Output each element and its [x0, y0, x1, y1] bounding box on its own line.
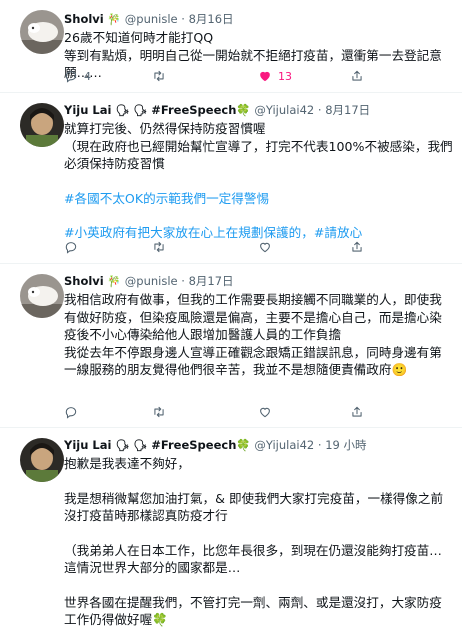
name-badge: 🎋 — [107, 13, 122, 26]
tweet-text-line: （我弟弟人在日本工作，比您年長很多，到現在仍還沒能夠打疫苗…這情況世界大部分的國… — [64, 542, 442, 576]
tweet[interactable]: Yiju Lai 🗣 🗣 #FreeSpeech🍀 @Yijulai42 · 1… — [0, 428, 462, 627]
display-name[interactable]: Sholvi — [64, 274, 104, 288]
retweet-button[interactable] — [152, 405, 258, 419]
clover-emoji: 🍀 — [236, 103, 251, 117]
tweet-header: Yiju Lai 🗣 🗣 #FreeSpeech🍀 @Yijulai42 · 8… — [64, 103, 454, 118]
hashtag-link[interactable]: #各國不太OK的示範我們一定得警惕 — [64, 190, 454, 208]
user-handle[interactable]: @punisle — [125, 12, 178, 26]
display-name[interactable]: Yiju Lai 🗣 🗣 #FreeSpeech🍀 — [64, 103, 251, 117]
share-button[interactable] — [350, 69, 364, 83]
share-button[interactable] — [350, 405, 364, 419]
retweet-arrows-icon — [154, 406, 164, 418]
tweet-text: 抱歉是我表達不夠好， 我是想稍微幫您加油打氣，& 即使我們大家打完疫苗，一樣得像… — [64, 455, 454, 629]
comment-bubble-icon — [65, 242, 77, 254]
free-speech-tag: #FreeSpeech — [151, 103, 237, 117]
tweet-text-line: （現在政府也已經開始幫忙宣導了，打完不代表100%不被感染，我們必須保持防疫習慣 — [64, 138, 453, 172]
tweet-text-line: 我從去年不停跟身邊人宣導正確觀念跟矯正錯誤訊息，同時身邊有第一線服務的朋友覺得他… — [64, 344, 442, 378]
tweet-date[interactable]: · 19 小時 — [318, 438, 367, 452]
tweet[interactable]: Sholvi 🎋 @punisle · 8月17日 我相信政府有做事，但我的工作… — [0, 264, 462, 428]
action-bar: 4 13 — [64, 68, 450, 84]
share-upload-icon — [352, 241, 362, 252]
action-bar — [64, 239, 450, 255]
reply-button[interactable]: 4 — [64, 69, 152, 83]
like-button[interactable] — [258, 240, 350, 254]
retweet-button[interactable] — [152, 69, 258, 83]
comment-bubble-icon — [65, 71, 77, 83]
free-speech-tag: #FreeSpeech — [151, 438, 237, 452]
tweet[interactable]: Yiju Lai 🗣 🗣 #FreeSpeech🍀 @Yijulai42 · 8… — [0, 93, 462, 264]
reply-button[interactable] — [64, 240, 152, 254]
avatar[interactable] — [20, 10, 64, 54]
user-handle[interactable]: @Yijulai42 — [254, 103, 314, 117]
share-upload-icon — [352, 70, 362, 81]
tweet-text-line: 我相信政府有做事，但我的工作需要長期接觸不同職業的人，即使我有做好防疫，但染疫風… — [64, 292, 442, 342]
retweet-button[interactable] — [152, 240, 258, 254]
display-name[interactable]: Yiju Lai 🗣 🗣 #FreeSpeech🍀 — [64, 438, 251, 452]
tweet-thread: Sholvi 🎋 @punisle · 8月16日 26歲不知道何時才能打QQ … — [0, 0, 462, 627]
avatar[interactable] — [20, 274, 64, 318]
share-button[interactable] — [350, 240, 364, 254]
user-handle[interactable]: @Yijulai42 — [254, 438, 314, 452]
avatar[interactable] — [20, 438, 64, 482]
heart-icon — [260, 71, 270, 82]
tweet-header: Sholvi 🎋 @punisle · 8月17日 — [64, 274, 454, 289]
tweet-text: 就算打完後、仍然得保持防疫習慣喔 （現在政府也已經開始幫忙宣導了，打完不代表10… — [64, 120, 454, 242]
share-upload-icon — [352, 406, 362, 417]
action-bar — [64, 404, 450, 420]
heart-icon — [260, 242, 270, 253]
tweet-header: Yiju Lai 🗣 🗣 #FreeSpeech🍀 @Yijulai42 · 1… — [64, 438, 454, 453]
reply-count: 4 — [84, 69, 91, 83]
reply-button[interactable] — [64, 405, 152, 419]
tweet-date[interactable]: · 8月16日 — [181, 12, 233, 26]
comment-bubble-icon — [65, 407, 77, 419]
like-button[interactable] — [258, 405, 350, 419]
tweet-text-line: 抱歉是我表達不夠好， — [64, 456, 190, 471]
retweet-arrows-icon — [154, 241, 164, 253]
user-handle[interactable]: @punisle — [125, 274, 178, 288]
display-name[interactable]: Sholvi — [64, 12, 104, 26]
tweet-text-line: 就算打完後、仍然得保持防疫習慣喔 — [64, 121, 266, 136]
speech-badge: 🗣 🗣 — [115, 104, 148, 117]
tweet-text-line: 世界各國在提醒我們，不管打完一劑、兩劑、或是還沒打，大家防疫工作仍得做好喔🍀 — [64, 594, 442, 628]
like-count: 13 — [278, 69, 292, 83]
heart-icon — [260, 407, 270, 418]
tweet-text-line: 26歲不知道何時才能打QQ — [64, 30, 214, 45]
tweet-date[interactable]: · 8月17日 — [181, 274, 233, 288]
tweet-date[interactable]: · 8月17日 — [318, 103, 370, 117]
retweet-arrows-icon — [154, 70, 164, 82]
tweet[interactable]: Sholvi 🎋 @punisle · 8月16日 26歲不知道何時才能打QQ … — [0, 0, 462, 93]
tweet-text: 我相信政府有做事，但我的工作需要長期接觸不同職業的人，即使我有做好防疫，但染疫風… — [64, 291, 454, 379]
clover-emoji: 🍀 — [236, 438, 251, 452]
speech-badge: 🗣 🗣 — [115, 439, 148, 452]
avatar[interactable] — [20, 103, 64, 147]
name-badge: 🎋 — [107, 275, 122, 288]
like-button[interactable]: 13 — [258, 69, 350, 83]
tweet-text-line: 我是想稍微幫您加油打氣，& 即使我們大家打完疫苗，一樣得像之前沒打疫苗時那樣認真… — [64, 490, 444, 524]
tweet-header: Sholvi 🎋 @punisle · 8月16日 — [64, 12, 454, 27]
